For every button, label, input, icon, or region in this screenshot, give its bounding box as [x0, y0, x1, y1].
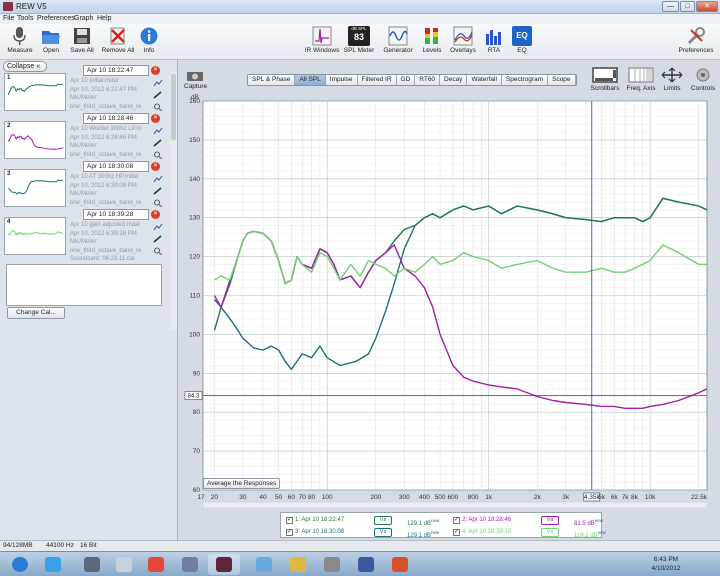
y-tick-label: 80 [193, 409, 201, 416]
status-bar: 94/128MB 44100 Hz 16 Bit [0, 540, 720, 551]
media-player-icon-glyph [116, 557, 132, 572]
sample-rate-status: 44100 Hz [46, 542, 74, 549]
user-icon[interactable] [76, 554, 108, 575]
x-tick-label: 22.5k [691, 494, 708, 501]
x-tick-label: 6k [611, 494, 619, 501]
app-icon-glyph [256, 557, 272, 572]
x-tick-label: 7k [622, 494, 630, 501]
x-tick-label: 800 [468, 494, 479, 501]
graph-legend: ✓ 1: Apr 10 18:22:47 Vs 129.1 dBnew ✓ 2: Apr … [280, 512, 606, 539]
media-player-icon[interactable] [108, 554, 140, 575]
y-axis-label: dB [191, 94, 199, 101]
y-tick-label: 120 [189, 254, 200, 261]
y-tick-label: 60 [193, 487, 201, 494]
archive-icon[interactable] [316, 554, 348, 575]
paint-icon-glyph [392, 557, 408, 572]
sound-icon[interactable] [174, 554, 206, 575]
x-tick-label: 300 [399, 494, 410, 501]
user-icon-glyph [84, 557, 100, 572]
x-tick-label: 100 [322, 494, 333, 501]
y-tick-label: 130 [189, 215, 200, 222]
rew-icon[interactable] [208, 554, 240, 575]
legend-checkbox[interactable]: ✓ [453, 529, 460, 536]
graph-scrollbar [202, 501, 708, 509]
legend-entry: ✓ 4: Apr 10 18:39:28 Vs 118.2 dBnew [453, 527, 613, 539]
memory-status: 94/128MB [3, 542, 33, 549]
x-tick-label: 200 [370, 494, 381, 501]
x-tick-label: 500 [435, 494, 446, 501]
folder-icon[interactable] [282, 554, 314, 575]
x-tick-label: 60 [288, 494, 296, 501]
x-tick-label: 1k [485, 494, 493, 501]
legend-checkbox[interactable]: ✓ [286, 529, 293, 536]
chrome-icon-glyph [148, 557, 164, 572]
y-tick-label: 150 [189, 137, 200, 144]
x-tick-label: 5k [598, 494, 606, 501]
legend-vs-button[interactable]: Vs [374, 528, 392, 537]
paint-icon[interactable] [384, 554, 416, 575]
x-tick-label: 2k [534, 494, 542, 501]
legend-name: 1: Apr 10 18:22:47 [295, 517, 345, 523]
legend-vs-button[interactable]: Vs [541, 528, 559, 537]
legend-new-tag: new [594, 518, 603, 523]
start-orb-icon-glyph [12, 557, 28, 572]
x-tick-label: 40 [259, 494, 267, 501]
ie-icon-glyph [45, 557, 61, 572]
legend-new-tag: new [597, 530, 606, 535]
sound-icon-glyph [182, 557, 198, 572]
legend-entry: ✓ 1: Apr 10 18:22:47 Vs 129.1 dBnew [286, 515, 446, 527]
start-orb-icon[interactable] [4, 554, 36, 575]
x-tick-label: 70 [299, 494, 307, 501]
legend-checkbox[interactable]: ✓ [453, 517, 460, 524]
windows-taskbar: 6:43 PM 4/10/2012 [0, 551, 720, 576]
system-clock[interactable]: 6:43 PM 4/10/2012 [646, 555, 686, 573]
average-responses-button[interactable]: Average the Responses [203, 478, 281, 489]
y-tick-label: 100 [189, 331, 200, 338]
legend-new-tag: new [431, 518, 440, 523]
y-tick-label: 140 [189, 176, 200, 183]
chrome-icon[interactable] [140, 554, 172, 575]
dsp-icon-glyph [358, 557, 374, 572]
x-tick-label: 3k [562, 494, 570, 501]
legend-name: 4: Apr 10 18:39:28 [462, 529, 512, 535]
dsp-icon[interactable] [350, 554, 382, 575]
bit-depth-status: 16 Bit [80, 542, 97, 549]
y-tick-label: 110 [190, 293, 201, 300]
ie-icon[interactable] [37, 554, 69, 575]
spl-graph[interactable]: 60708090100110120130140150160dB17 20 30 40 5… [0, 0, 720, 576]
legend-name: 2: Apr 10 18:28:46 [462, 517, 512, 523]
archive-icon-glyph [324, 557, 340, 572]
legend-value-text: 118.2 dB [574, 533, 598, 539]
legend-entry: ✓ 2: Apr 10 18:28:46 Vs 81.5 dBnew [453, 515, 613, 527]
x-tick-label: 30 [239, 494, 247, 501]
x-tick-label: 17 [197, 494, 205, 501]
app-icon[interactable] [248, 554, 280, 575]
legend-value-text: 129.1 dB [407, 533, 432, 539]
x-tick-label: 8k [631, 494, 639, 501]
y-tick-label: 90 [193, 370, 201, 377]
y-tick-label: 70 [193, 448, 201, 455]
legend-entry: ✓ 3: Apr 10 18:30:08 Vs 129.1 dBnew [286, 527, 446, 539]
clock-date: 4/10/2012 [651, 565, 681, 572]
clock-time: 6:43 PM [653, 556, 679, 563]
cursor-y-label: 84.3 [188, 394, 200, 400]
x-tick-label: 20 [211, 494, 219, 501]
rew-icon-glyph [216, 557, 232, 572]
rew-window: REW V5 — □ ✕ File Tools Preferences Grap… [0, 0, 720, 576]
x-tick-label: 10k [645, 494, 656, 501]
x-tick-label: 600 [447, 494, 458, 501]
legend-new-tag: new [431, 530, 440, 535]
x-tick-label: 400 [419, 494, 430, 501]
x-tick-label: 80 [308, 494, 316, 501]
legend-vs-button[interactable]: Vs [374, 516, 392, 525]
folder-icon-glyph [290, 557, 306, 572]
x-tick-label: 50 [275, 494, 283, 501]
legend-vs-button[interactable]: Vs [541, 516, 559, 525]
legend-checkbox[interactable]: ✓ [286, 517, 293, 524]
legend-name: 3: Apr 10 18:30:08 [295, 529, 345, 535]
